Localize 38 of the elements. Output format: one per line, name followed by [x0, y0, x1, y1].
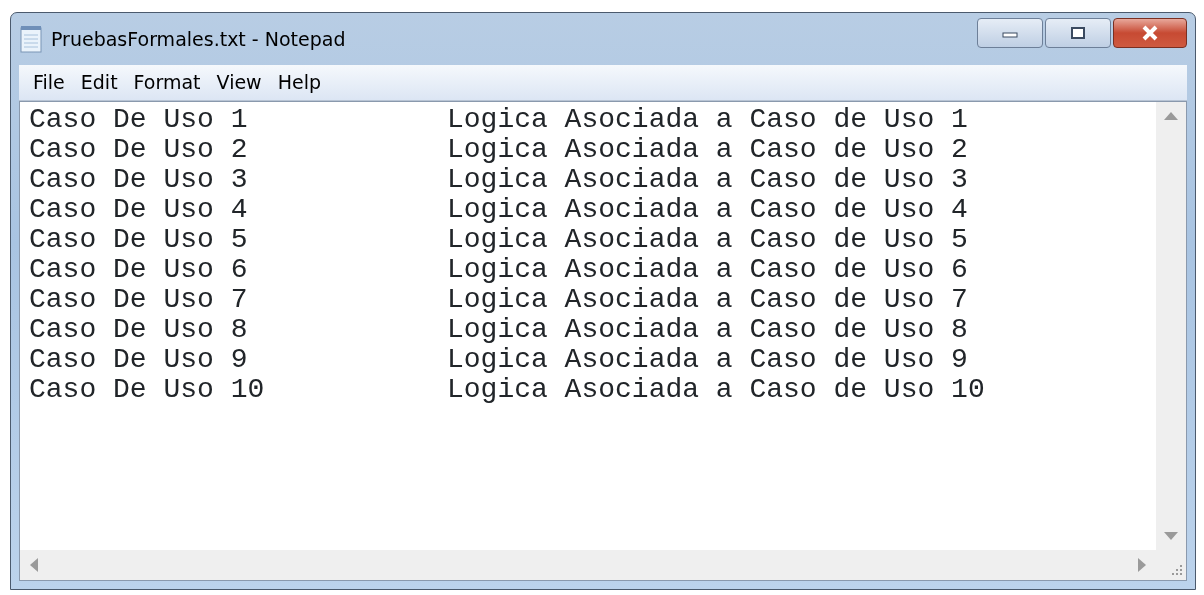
text-line: Logica Asociada a Caso de Uso 2: [447, 135, 968, 165]
text-line: Caso De Uso 10: [29, 375, 266, 405]
menu-item[interactable]: File: [27, 68, 71, 97]
menu-item[interactable]: Help: [271, 68, 327, 97]
resize-grip-icon[interactable]: [1169, 563, 1183, 577]
text-line: Logica Asociada a Caso de Uso 5: [447, 225, 968, 255]
text-line: Caso De Uso 7: [29, 285, 249, 315]
text-line: Logica Asociada a Caso de Uso 8: [447, 315, 968, 345]
maximize-button[interactable]: [1045, 18, 1111, 48]
text-line: Caso De Uso 1: [29, 105, 249, 135]
menu-item[interactable]: Edit: [74, 68, 124, 97]
text-line: Logica Asociada a Caso de Uso 9: [447, 345, 968, 375]
close-button[interactable]: [1113, 18, 1187, 48]
menu-item[interactable]: Format: [127, 68, 207, 97]
text-line: Caso De Uso 8: [29, 315, 249, 345]
scroll-down-icon[interactable]: [1164, 532, 1178, 540]
scroll-left-icon[interactable]: [30, 558, 38, 572]
text-line: Logica Asociada a Caso de Uso 6: [447, 255, 968, 285]
scroll-right-icon[interactable]: [1138, 558, 1146, 572]
horizontal-scrollbar[interactable]: [20, 550, 1156, 580]
close-icon: [1140, 25, 1160, 41]
notepad-icon: [19, 25, 43, 53]
window-title: PruebasFormales.txt - Notepad: [51, 26, 346, 52]
text-line: Caso De Uso 3: [29, 165, 249, 195]
text-line: Logica Asociada a Caso de Uso 3: [447, 165, 968, 195]
maximize-icon: [1070, 26, 1086, 40]
text-line: Logica Asociada a Caso de Uso 10: [447, 375, 985, 405]
text-line: Caso De Uso 2: [29, 135, 249, 165]
text-line: Logica Asociada a Caso de Uso 1: [447, 105, 968, 135]
text-line: Caso De Uso 4: [29, 195, 249, 225]
text-line: Caso De Uso 5: [29, 225, 249, 255]
text-line: Caso De Uso 6: [29, 255, 249, 285]
text-line: Logica Asociada a Caso de Uso 7: [447, 285, 968, 315]
text-line: Logica Asociada a Caso de Uso 4: [447, 195, 968, 225]
vertical-scrollbar[interactable]: [1156, 102, 1186, 550]
menu-item[interactable]: View: [210, 68, 268, 97]
text-line: Caso De Uso 9: [29, 345, 249, 375]
scroll-up-icon[interactable]: [1164, 112, 1178, 120]
